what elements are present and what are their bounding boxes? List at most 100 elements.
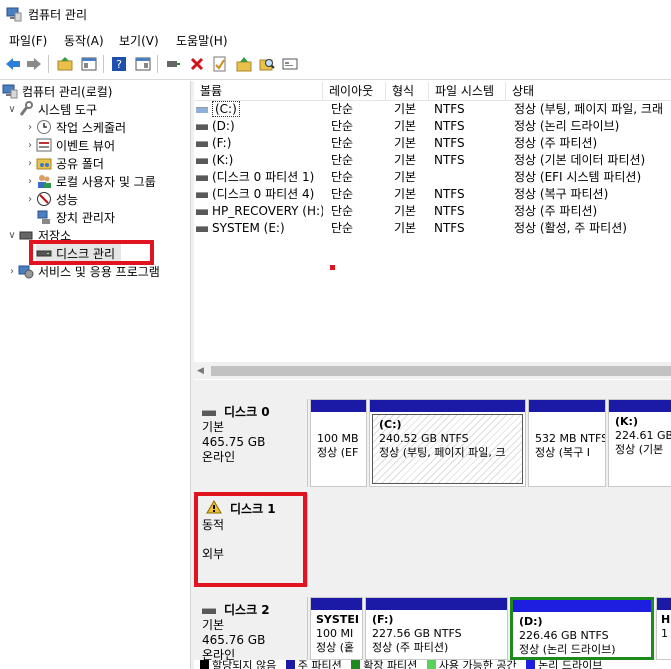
tree-performance-label: 성능 (56, 192, 79, 207)
volume-cell-name: (디스크 0 파티션 1) (196, 169, 323, 186)
performance-icon (36, 191, 52, 207)
delete-icon[interactable] (188, 55, 206, 73)
volume-cell-layout: 단순 (331, 136, 354, 150)
properties-pane-icon[interactable] (134, 55, 152, 73)
search-icon[interactable] (258, 55, 276, 73)
scroll-left-icon[interactable]: ◀ (197, 366, 207, 376)
volume-row[interactable]: (F:) 단순 기본 NTFS 정상 (주 파티션) (196, 135, 671, 152)
menu-file[interactable]: 파일(F) (9, 32, 47, 49)
volume-cell-name: (K:) (196, 152, 323, 169)
users-icon (36, 173, 52, 189)
volume-cell-fs (434, 169, 509, 186)
folder-up-icon[interactable] (235, 55, 253, 73)
forward-icon[interactable] (25, 55, 43, 73)
disk-2-size: 465.76 GB (202, 633, 266, 647)
check-icon[interactable] (211, 55, 229, 73)
help-icon[interactable]: ? (110, 55, 128, 73)
chevron-right-icon[interactable]: › (6, 266, 18, 277)
chevron-right-icon[interactable]: › (24, 122, 36, 133)
volume-cell-name: HP_RECOVERY (H:) (196, 203, 323, 220)
menu-action[interactable]: 동작(A) (64, 32, 104, 49)
disk-2-partition-f[interactable]: (F:) 227.56 GB NTFS 정상 (주 파티션) (365, 597, 508, 660)
volume-name: (D:) (212, 119, 235, 133)
volume-cell-type: 기본 (394, 187, 417, 201)
disk-0-partition-k[interactable]: (K:) 224.61 GB 정상 (기본 (608, 399, 671, 487)
tree-event-viewer[interactable]: › 이벤트 뷰어 (24, 136, 115, 154)
volume-cell-status: 정상 (논리 드라이브) (514, 119, 620, 133)
volume-row[interactable]: (디스크 0 파티션 4) 단순 기본 NTFS 정상 (복구 파티션) (196, 186, 671, 203)
tree-device-manager-label: 장치 관리자 (56, 210, 116, 225)
disk-0-partition-efi[interactable]: 100 MB 정상 (EF (310, 399, 367, 487)
volume-row[interactable]: HP_RECOVERY (H:) 단순 기본 NTFS 정상 (주 파티션) (196, 203, 671, 220)
column-filesystem[interactable]: 파일 시스템 (429, 82, 506, 101)
svg-text:?: ? (116, 58, 122, 71)
volume-name: (C:) (212, 101, 240, 117)
menu-view[interactable]: 보기(V) (119, 32, 159, 49)
disk-2-partition-h[interactable]: H1 (656, 597, 671, 660)
disk-0-label[interactable]: 디스크 0 기본 465.75 GB 온라인 (194, 399, 308, 487)
volume-name: (디스크 0 파티션 4) (212, 187, 315, 201)
chevron-right-icon[interactable]: › (24, 140, 36, 151)
volume-cell-status: 정상 (주 파티션) (514, 204, 598, 218)
connect-icon[interactable] (164, 55, 182, 73)
volume-name: (디스크 0 파티션 1) (212, 170, 315, 184)
legend-logical: 논리 드라이브 (538, 660, 603, 669)
toolbar (0, 50, 671, 80)
back-icon[interactable] (4, 55, 22, 73)
tree-local-users-label: 로컬 사용자 및 그룹 (56, 174, 156, 189)
volume-cell-type: 기본 (394, 102, 417, 116)
disk-2-partition-d[interactable]: (D:) 226.46 GB NTFS 정상 (논리 드라이브) (510, 597, 654, 660)
disk-2-kind: 기본 (202, 618, 225, 632)
tree-shared-folders-label: 공유 폴더 (56, 156, 104, 171)
column-type[interactable]: 형식 (386, 82, 429, 101)
volume-cell-type: 기본 (394, 136, 417, 150)
shared-folder-icon (36, 155, 52, 171)
window-icon[interactable] (281, 55, 299, 73)
chevron-down-icon[interactable]: ∨ (6, 230, 18, 241)
chevron-down-icon[interactable]: ∨ (6, 104, 18, 115)
tree-system-tools-label: 시스템 도구 (38, 102, 98, 117)
volume-row[interactable]: (D:) 단순 기본 NTFS 정상 (논리 드라이브) (196, 118, 671, 135)
volume-cell-type: 기본 (394, 170, 417, 184)
volume-cell-type: 기본 (394, 204, 417, 218)
tree-performance[interactable]: › 성능 (24, 190, 78, 208)
volume-cell-layout: 단순 (331, 102, 354, 116)
show-hide-tree-icon[interactable] (80, 55, 98, 73)
horizontal-splitter[interactable] (194, 380, 671, 392)
volume-cell-fs: NTFS (434, 187, 465, 201)
volume-row[interactable]: (C:) 단순 기본 NTFS 정상 (부팅, 페이지 파일, 크래 (196, 101, 671, 118)
legend-free: 사용 가능한 공간 (438, 660, 517, 669)
disk-2-partition-system[interactable]: SYSTEI 100 MI 정상 (홑 (310, 597, 363, 660)
disk-0-size: 465.75 GB (202, 435, 266, 449)
up-folder-icon[interactable] (56, 55, 74, 73)
volume-name: SYSTEM (E:) (212, 221, 285, 235)
volume-cell-name: (디스크 0 파티션 4) (196, 186, 323, 203)
disk-0-state: 온라인 (202, 450, 236, 464)
tree-task-scheduler[interactable]: › 작업 스케줄러 (24, 118, 126, 136)
column-status[interactable]: 상태 (506, 82, 671, 101)
volume-row[interactable]: (K:) 단순 기본 NTFS 정상 (기본 데이터 파티션) (196, 152, 671, 169)
chevron-right-icon[interactable]: › (24, 176, 36, 187)
tree-services[interactable]: › 서비스 및 응용 프로그램 (6, 262, 160, 280)
tree-system-tools[interactable]: ∨ 시스템 도구 (6, 100, 97, 118)
column-layout[interactable]: 레이아웃 (323, 82, 386, 101)
column-volume[interactable]: 볼륨 (194, 82, 323, 101)
tree-root[interactable]: 컴퓨터 관리(로컬) (2, 82, 112, 100)
tree-device-manager[interactable]: 장치 관리자 (24, 208, 115, 226)
chevron-right-icon[interactable]: › (24, 194, 36, 205)
tree-local-users[interactable]: › 로컬 사용자 및 그룹 (24, 172, 156, 190)
volume-row[interactable]: SYSTEM (E:) 단순 기본 NTFS 정상 (활성, 주 파티션) (196, 220, 671, 237)
volume-icon (196, 174, 208, 181)
disk-0-partition-recovery[interactable]: 532 MB NTFS 정상 (복구 I (528, 399, 606, 487)
disk-0-partition-c[interactable]: (C:) 240.52 GB NTFS 정상 (부팅, 페이지 파일, 크 (369, 399, 526, 487)
tree-shared-folders[interactable]: › 공유 폴더 (24, 154, 104, 172)
volume-cell-layout: 단순 (331, 187, 354, 201)
chevron-right-icon[interactable]: › (24, 158, 36, 169)
legend-unallocated-swatch (200, 660, 209, 669)
horizontal-scroll-thumb[interactable] (211, 366, 671, 376)
volume-row[interactable]: (디스크 0 파티션 1) 단순 기본 정상 (EFI 시스템 파티션) (196, 169, 671, 186)
legend-extended-swatch (351, 660, 361, 669)
menu-help[interactable]: 도움말(H) (176, 32, 228, 49)
disk-2-label[interactable]: 디스크 2 기본 465.76 GB 온라인 (194, 597, 308, 669)
services-icon (18, 263, 34, 279)
